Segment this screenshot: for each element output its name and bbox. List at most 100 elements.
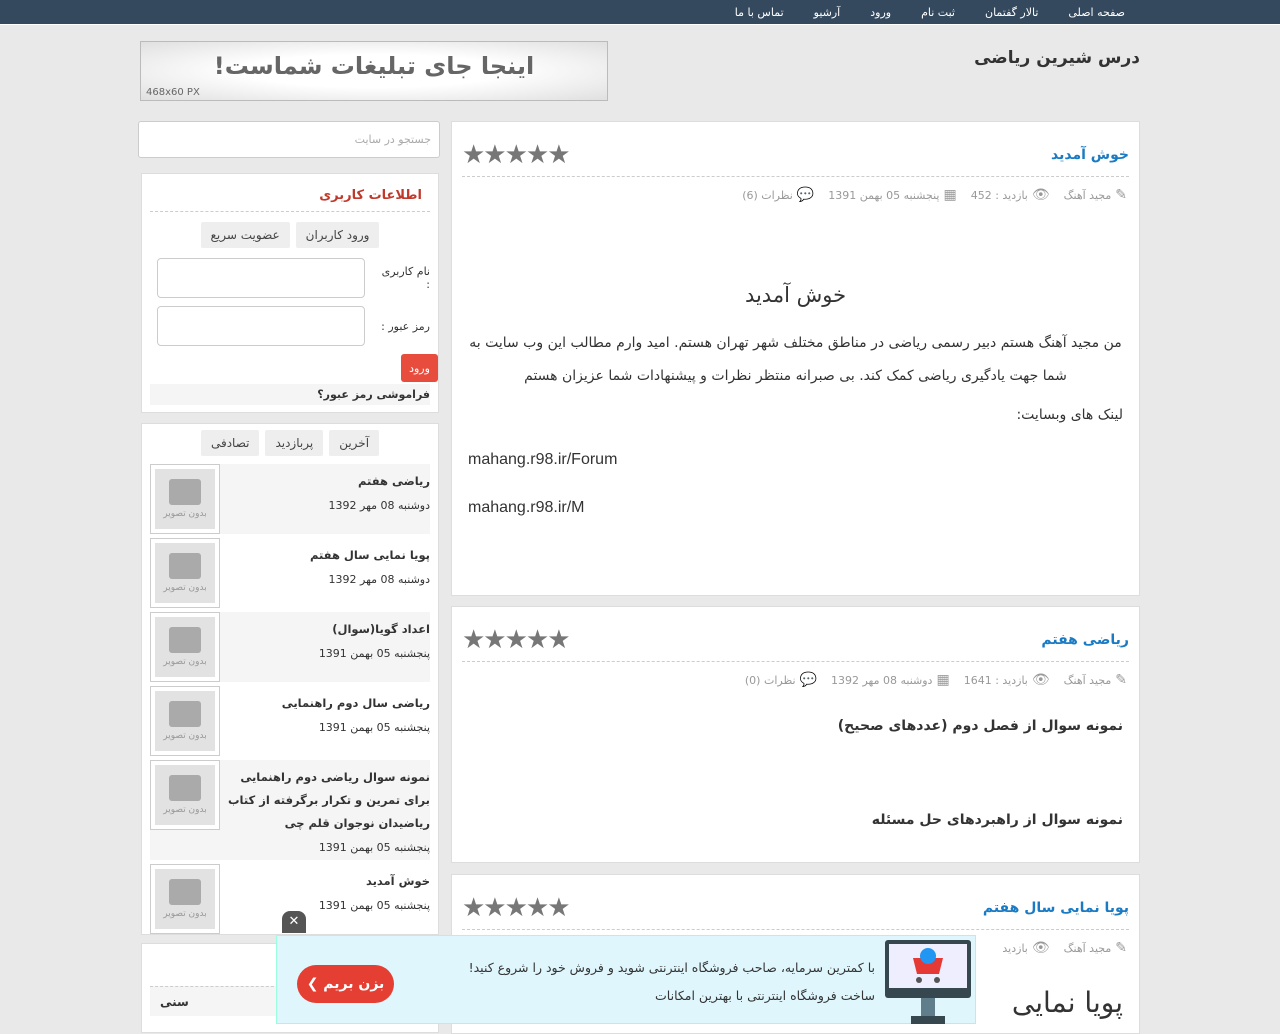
post-line: نمونه سوال از راهبردهای حل مسئله (871, 812, 1123, 828)
list-item-title[interactable]: خوش آمدید (224, 870, 430, 893)
post-meta: ✎مجید آهنگ 👁بازدید : 452 ▦پنجشنبه 05 بهمن … (452, 177, 1139, 213)
image-placeholder-icon (169, 775, 201, 801)
tab-latest[interactable]: آخرین (329, 430, 380, 456)
nav-forum[interactable]: تالار گفتمان (985, 0, 1038, 25)
close-promo-button[interactable]: ✕ (282, 911, 306, 933)
image-placeholder-icon (169, 479, 201, 505)
views: بازدید (1002, 942, 1028, 955)
thumbnail[interactable]: بدون تصویر (150, 686, 220, 756)
thumbnail[interactable]: بدون تصویر (150, 612, 220, 682)
no-image-label: بدون تصویر (163, 731, 207, 741)
login-button[interactable]: ورود (401, 354, 438, 382)
post-card: خوش آمدید ★★★★★ ✎مجید آهنگ 👁بازدید : 452 ▦پ… (451, 121, 1140, 596)
rating-stars[interactable]: ★★★★★ (462, 625, 571, 655)
thumbnail[interactable]: بدون تصویر (150, 538, 220, 608)
no-image-label: بدون تصویر (163, 657, 207, 667)
forgot-password-link[interactable]: فراموشی رمز عبور؟ (150, 384, 430, 405)
eye-icon: 👁 (1031, 187, 1050, 203)
list-item-title[interactable]: ریاضی هفتم (224, 470, 430, 493)
eye-icon: 👁 (1031, 940, 1050, 956)
post-title[interactable]: ریاضی هفتم (1041, 632, 1129, 648)
no-image-label: بدون تصویر (163, 909, 207, 919)
list-item[interactable]: نمونه سوال ریاضی دوم راهنمایی برای تمرین… (150, 760, 430, 860)
date: دوشنبه 08 مهر 1392 (830, 674, 933, 687)
password-label: رمز عبور : (381, 319, 430, 333)
comments-link[interactable]: نظرات (0) (745, 674, 796, 687)
post-title[interactable]: پویا نمایی سال هفتم (983, 900, 1129, 916)
no-image-label: بدون تصویر (163, 805, 207, 815)
list-item-title[interactable]: ریاضی سال دوم راهنمایی (224, 692, 430, 715)
list-item-title[interactable]: پویا نمایی سال هفتم (224, 544, 430, 567)
link-forum[interactable]: mahang.r98.ir/Forum (468, 451, 1123, 469)
edit-icon: ✎ (1115, 672, 1127, 688)
tab-login[interactable]: ورود کاربران (295, 222, 380, 248)
comments-icon: 💬 (799, 672, 817, 688)
tab-quick-register[interactable]: عضویت سریع (200, 222, 290, 248)
nav-login[interactable]: ورود (870, 0, 891, 25)
no-image-label: بدون تصویر (163, 583, 207, 593)
calendar-icon: ▦ (936, 672, 950, 688)
tab-random[interactable]: تصادفی (200, 430, 260, 456)
post-card: ریاضی هفتم ★★★★★ ✎مجید آهنگ 👁بازدید : 1641… (451, 606, 1140, 863)
post-meta: ✎مجید آهنگ 👁بازدید : 1641 ▦دوشنبه 08 مهر 1… (452, 662, 1139, 698)
eye-icon: 👁 (1031, 672, 1050, 688)
views: بازدید : 1641 (963, 674, 1028, 687)
bottom-widget-text[interactable]: سنی (160, 995, 189, 1009)
rating-stars[interactable]: ★★★★★ (462, 893, 571, 923)
author[interactable]: مجید آهنگ (1064, 674, 1112, 687)
list-item-title[interactable]: نمونه سوال ریاضی دوم راهنمایی برای تمرین… (224, 766, 430, 835)
search-input[interactable] (138, 121, 440, 158)
calendar-icon: ▦ (943, 187, 957, 203)
list-item-date: پنجشنبه 05 بهمن 1391 (318, 899, 430, 912)
list-item-title[interactable]: اعداد گویا(سوال) (224, 618, 430, 641)
post-title[interactable]: خوش آمدید (1051, 147, 1129, 163)
list-item[interactable]: اعداد گویا(سوال) پنجشنبه 05 بهمن 1391 بدون… (150, 612, 430, 682)
link-m[interactable]: mahang.r98.ir/M (468, 499, 1123, 517)
promo-line-1: با کمترین سرمایه، صاحب فروشگاه اینترنتی … (468, 960, 875, 975)
tab-popular[interactable]: پربازدید (265, 430, 324, 456)
list-item-date: پنجشنبه 05 بهمن 1391 (318, 647, 430, 660)
post-body: من مجید آهنگ هستم دبیر رسمی ریاضی در منا… (469, 335, 1122, 384)
username-label: نام کاربری : (381, 265, 430, 291)
post-heading: خوش آمدید (744, 283, 847, 307)
promo-bar: با کمترین سرمایه، صاحب فروشگاه اینترنتی … (276, 935, 976, 1024)
posts-widget: آخرین پربازدید تصادفی ریاضی هفتم دوشنبه 08 … (141, 423, 439, 935)
thumbnail[interactable]: بدون تصویر (150, 864, 220, 934)
username-field[interactable] (157, 258, 365, 298)
image-placeholder-icon (169, 879, 201, 905)
list-item-date: دوشنبه 08 مهر 1392 (328, 499, 431, 512)
comments-link[interactable]: نظرات (6) (742, 189, 793, 202)
site-title[interactable]: درس شیرین ریاضی (974, 48, 1140, 68)
nav-home[interactable]: صفحه اصلی (1068, 0, 1125, 25)
top-nav: صفحه اصلی تالار گفتمان ثبت نام ورود آرشی… (0, 0, 1280, 25)
list-item-date: پنجشنبه 05 بهمن 1391 (318, 841, 430, 854)
author[interactable]: مجید آهنگ (1064, 942, 1112, 955)
author[interactable]: مجید آهنگ (1064, 189, 1112, 202)
user-box-title: اطلاعات کاربری (150, 174, 430, 212)
edit-icon: ✎ (1115, 940, 1127, 956)
date: پنجشنبه 05 بهمن 1391 (828, 189, 940, 202)
ad-banner[interactable]: اینجا جای تبلیغات شماست! 468x60 PX (140, 41, 608, 101)
ad-size: 468x60 PX (146, 87, 200, 98)
edit-icon: ✎ (1115, 187, 1127, 203)
views: بازدید : 452 (970, 189, 1028, 202)
nav-contact[interactable]: تماس با ما (735, 0, 784, 25)
promo-go-button[interactable]: بزن بریم ❯ (297, 965, 394, 1003)
thumbnail[interactable]: بدون تصویر (150, 464, 220, 534)
nav-register[interactable]: ثبت نام (921, 0, 955, 25)
list-item[interactable]: ریاضی هفتم دوشنبه 08 مهر 1392 بدون تصویر (150, 464, 430, 534)
list-item[interactable]: ریاضی سال دوم راهنمایی پنجشنبه 05 بهمن 13… (150, 686, 430, 756)
post-line: نمونه سوال از فصل دوم (عددهای صحیح) (837, 718, 1123, 734)
ad-text: اینجا جای تبلیغات شماست! (213, 52, 535, 80)
shop-monitor-icon (885, 940, 971, 1024)
image-placeholder-icon (169, 701, 201, 727)
list-item[interactable]: پویا نمایی سال هفتم دوشنبه 08 مهر 1392 بدو… (150, 538, 430, 608)
links-label: لینک های وبسایت: (1016, 407, 1123, 423)
nav-archive[interactable]: آرشیو (814, 0, 841, 25)
list-item-date: پنجشنبه 05 بهمن 1391 (318, 721, 430, 734)
image-placeholder-icon (169, 627, 201, 653)
password-field[interactable] (157, 306, 365, 346)
thumbnail[interactable]: بدون تصویر (150, 760, 220, 830)
rating-stars[interactable]: ★★★★★ (462, 140, 571, 170)
comments-icon: 💬 (796, 187, 815, 203)
